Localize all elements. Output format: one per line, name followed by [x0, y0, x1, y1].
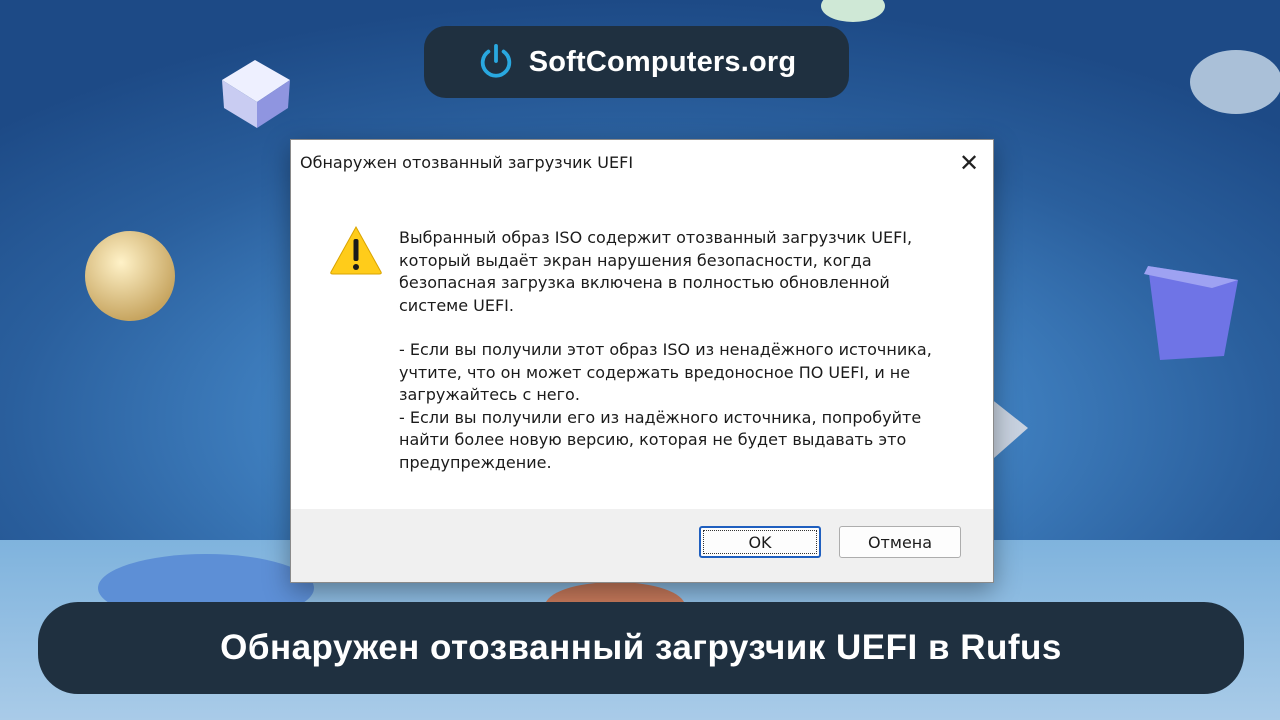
disc-decoration: [1190, 50, 1280, 114]
warning-icon: [330, 225, 382, 275]
caption-banner: Обнаружен отозванный загрузчик UEFI в Ru…: [38, 602, 1244, 694]
uefi-warning-dialog: Обнаружен отозванный загрузчик UEFI ✕ Вы…: [290, 139, 994, 583]
crescent-decoration: [1070, 520, 1118, 589]
cube-small-decoration: [990, 398, 1028, 458]
power-icon: [480, 43, 511, 78]
dialog-titlebar: Обнаружен отозванный загрузчик UEFI ✕: [291, 140, 993, 185]
ball-decoration: [85, 231, 175, 321]
message-paragraph-untrusted: - Если вы получили этот образ ISO из нен…: [399, 340, 932, 404]
cube-decoration: [222, 60, 290, 128]
close-icon: ✕: [958, 148, 980, 177]
ok-button[interactable]: OK: [699, 526, 821, 558]
cancel-button[interactable]: Отмена: [839, 526, 961, 558]
disc-top-decoration: [821, 0, 885, 22]
message-paragraph-main: Выбранный образ ISO содержит отозванный …: [399, 228, 913, 315]
caption-text: Обнаружен отозванный загрузчик UEFI в Ru…: [220, 628, 1062, 667]
dialog-footer: OK Отмена: [291, 509, 993, 582]
message-paragraph-trusted: - Если вы получили его из надёжного исто…: [399, 407, 922, 472]
dialog-title: Обнаружен отозванный загрузчик UEFI: [300, 153, 634, 172]
close-button[interactable]: ✕: [945, 140, 993, 185]
brand-badge: SoftComputers.org: [424, 26, 849, 98]
prism-decoration: [1144, 266, 1238, 360]
brand-text: SoftComputers.org: [528, 45, 797, 78]
dialog-message: Выбранный образ ISO содержит отозванный …: [399, 227, 959, 474]
